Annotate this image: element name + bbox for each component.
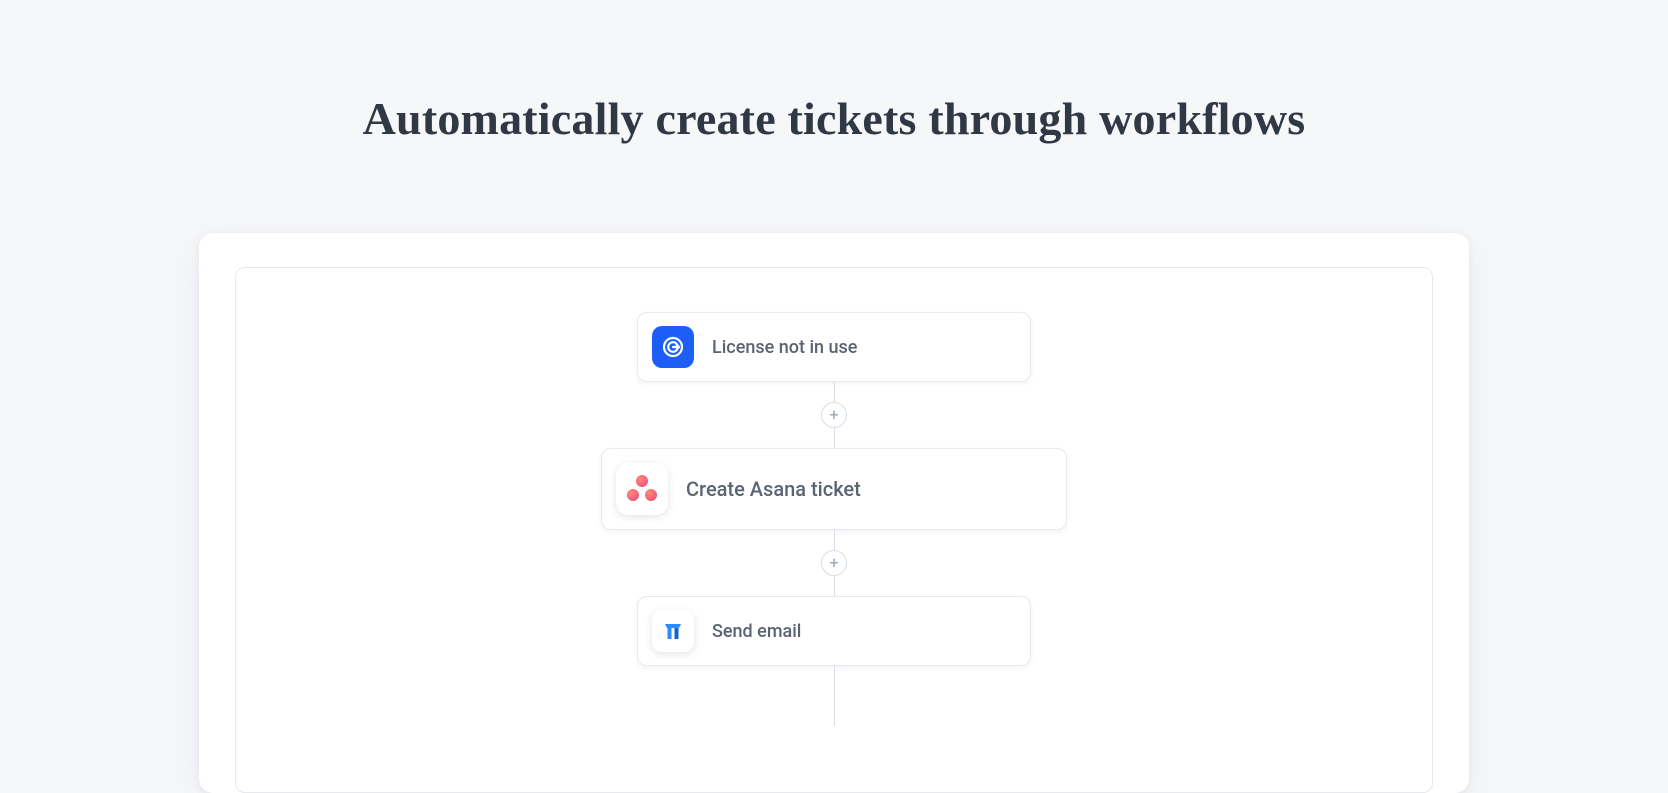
connector (834, 666, 835, 726)
connector (834, 576, 835, 596)
workflow-card: License not in use + Create Asana ticket… (199, 233, 1469, 793)
asana-icon (616, 463, 668, 515)
action-label: Create Asana ticket (686, 477, 861, 501)
torii-icon (652, 610, 694, 652)
add-step-button[interactable]: + (821, 402, 847, 428)
action-label: Send email (712, 621, 801, 642)
license-icon (652, 326, 694, 368)
trigger-label: License not in use (712, 337, 857, 358)
connector (834, 530, 835, 550)
add-step-button[interactable]: + (821, 550, 847, 576)
connector (834, 382, 835, 402)
connector (834, 428, 835, 448)
trigger-node[interactable]: License not in use (637, 312, 1031, 382)
page-title: Automatically create tickets through wor… (0, 0, 1668, 145)
action-node-email[interactable]: Send email (637, 596, 1031, 666)
action-node-asana[interactable]: Create Asana ticket (601, 448, 1067, 530)
workflow-flow: License not in use + Create Asana ticket… (236, 268, 1432, 726)
workflow-canvas: License not in use + Create Asana ticket… (235, 267, 1433, 793)
